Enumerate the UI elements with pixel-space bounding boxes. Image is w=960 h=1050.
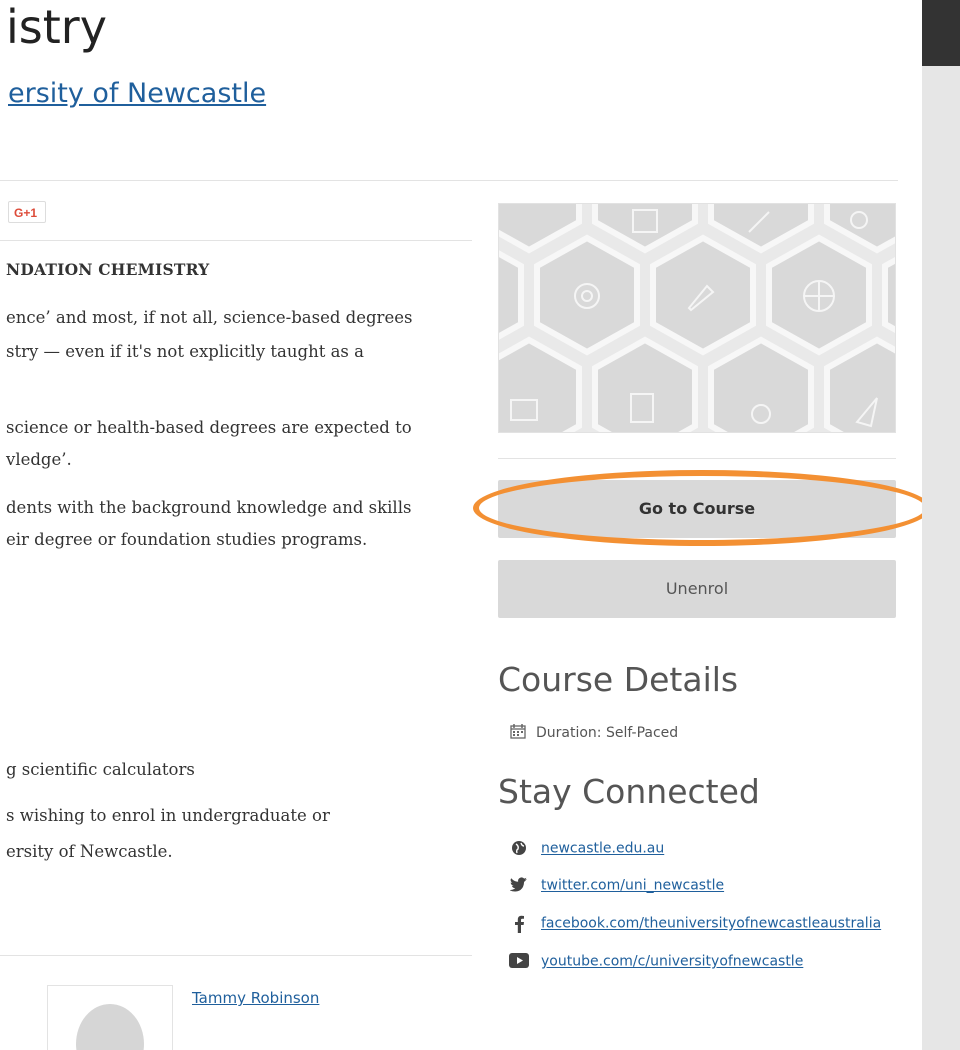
website-link[interactable]: newcastle.edu.au — [541, 841, 664, 857]
description-line: ence’ and most, if not all, science-base… — [6, 308, 413, 327]
page-viewport: istry ersity of Newcastle G+1 NDATION CH… — [0, 0, 922, 1050]
instructor-avatar — [47, 985, 173, 1050]
divider — [0, 240, 472, 241]
description-line: g scientific calculators — [6, 760, 195, 779]
divider — [0, 180, 898, 181]
facebook-icon — [508, 915, 530, 933]
social-link-row: twitter.com/uni_newcastle — [508, 875, 724, 897]
description-line: stry — even if it's not explicitly taugh… — [6, 342, 364, 361]
instructor-name-link[interactable]: Tammy Robinson — [192, 989, 319, 1007]
stay-connected-heading: Stay Connected — [498, 772, 760, 811]
youtube-link[interactable]: youtube.com/c/universityofnewcastle — [541, 954, 803, 970]
section-title: NDATION CHEMISTRY — [6, 260, 210, 279]
social-link-row: newcastle.edu.au — [508, 838, 664, 860]
scrollbar-track[interactable] — [922, 0, 960, 1050]
social-link-row: facebook.com/theuniversityofnewcastleaus… — [508, 913, 881, 935]
description-line: ersity of Newcastle. — [6, 842, 173, 861]
course-image — [498, 203, 896, 433]
university-link[interactable]: ersity of Newcastle — [8, 78, 266, 109]
divider — [498, 458, 896, 459]
hexagon-pattern-image — [499, 204, 895, 432]
scrollbar-thumb[interactable] — [922, 0, 960, 66]
calendar-icon — [510, 723, 528, 743]
go-to-course-button[interactable]: Go to Course — [498, 480, 896, 538]
divider — [0, 955, 472, 956]
course-title: istry — [6, 0, 107, 54]
youtube-icon — [508, 952, 530, 971]
globe-icon — [508, 840, 530, 858]
unenrol-button[interactable]: Unenrol — [498, 560, 896, 618]
description-line: vledge’. — [6, 450, 72, 469]
description-line: eir degree or foundation studies program… — [6, 530, 368, 549]
twitter-icon — [508, 876, 530, 895]
google-plus-button[interactable]: G+1 — [8, 201, 46, 223]
facebook-link[interactable]: facebook.com/theuniversityofnewcastleaus… — [541, 916, 881, 932]
social-link-row: youtube.com/c/universityofnewcastle — [508, 951, 803, 973]
avatar-placeholder-icon — [48, 986, 172, 1050]
course-details-heading: Course Details — [498, 660, 739, 699]
description-line: science or health-based degrees are expe… — [6, 418, 412, 437]
description-line: dents with the background knowledge and … — [6, 498, 412, 517]
twitter-link[interactable]: twitter.com/uni_newcastle — [541, 878, 724, 894]
description-line: s wishing to enrol in undergraduate or — [6, 806, 330, 825]
duration-row: Duration: Self-Paced — [510, 723, 678, 743]
duration-text: Duration: Self-Paced — [536, 725, 679, 741]
